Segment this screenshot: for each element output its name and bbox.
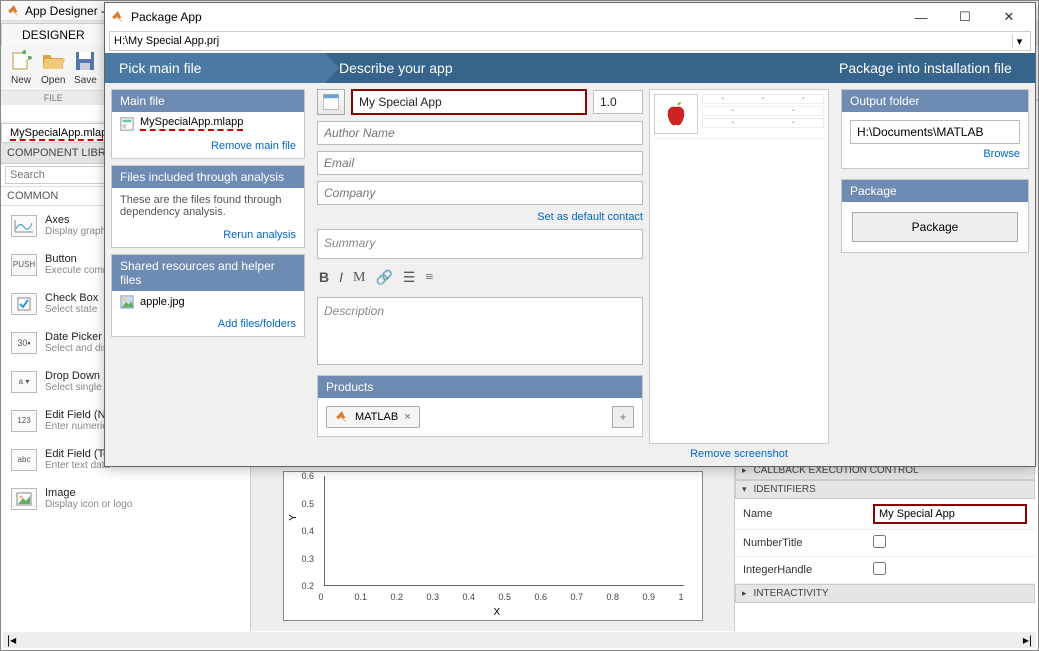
panel-products: Products MATLAB × + xyxy=(317,375,643,437)
tab-designer[interactable]: DESIGNER xyxy=(1,23,106,46)
screenshot-column: ▪▪▪ ▪▪ ▪▪ Remove screenshot xyxy=(649,89,829,460)
matlab-logo-icon xyxy=(335,410,349,424)
panel-shared: Shared resources and helper files apple.… xyxy=(111,254,305,337)
screenshot-ui-mock: ▪▪▪ ▪▪ ▪▪ xyxy=(702,94,824,134)
panel-package: Package Package xyxy=(841,179,1029,253)
column-main-file: Main file MySpecialApp.mlapp Remove main… xyxy=(105,83,311,466)
default-contact-link[interactable]: Set as default contact xyxy=(537,211,643,223)
package-body: Main file MySpecialApp.mlapp Remove main… xyxy=(105,83,1035,466)
panel-analysis: Files included through analysis These ar… xyxy=(111,165,305,248)
canvas-pane: Y X 00.10.20.30.40.50.60.70.80.910.20.30… xyxy=(251,461,735,631)
step-package[interactable]: Package into installation file xyxy=(825,53,1035,83)
image-file-icon xyxy=(120,295,134,309)
rerun-analysis-link[interactable]: Rerun analysis xyxy=(223,229,296,241)
check-icon xyxy=(11,293,37,315)
text-icon: abc xyxy=(11,449,37,471)
email-input[interactable] xyxy=(317,151,643,175)
mlapp-file-icon xyxy=(120,117,134,131)
property-inspector: CALLBACK EXECUTION CONTROL IDENTIFIERS N… xyxy=(735,461,1035,631)
new-button[interactable]: New xyxy=(9,49,33,86)
mono-icon[interactable]: M xyxy=(353,270,365,286)
scroll-left-icon[interactable]: |◂ xyxy=(7,633,16,647)
prop-row-name: Name xyxy=(735,499,1035,530)
prop-integerhandle-checkbox[interactable] xyxy=(873,562,886,575)
prop-row-numbertitle: NumberTitle xyxy=(735,530,1035,557)
prop-numbertitle-checkbox[interactable] xyxy=(873,535,886,548)
maximize-button[interactable]: ☐ xyxy=(945,5,985,29)
product-chip-matlab: MATLAB × xyxy=(326,406,420,428)
column-package: Output folder Browse Package Package xyxy=(835,83,1035,466)
package-titlebar[interactable]: Package App — ☐ ✕ xyxy=(105,3,1035,31)
step-describe[interactable]: Describe your app xyxy=(325,53,825,83)
project-path-bar[interactable]: H:\My Special App.prj ▾ xyxy=(109,31,1031,51)
prop-section-identifiers[interactable]: IDENTIFIERS xyxy=(735,480,1035,499)
link-icon[interactable]: 🔗 xyxy=(375,270,392,287)
minimize-button[interactable]: — xyxy=(901,5,941,29)
axes-xlabel: X xyxy=(494,607,501,618)
push-icon: PUSH xyxy=(11,254,37,276)
main-file-row: MySpecialApp.mlapp xyxy=(112,112,304,135)
new-icon xyxy=(9,49,33,73)
app-placeholder-icon xyxy=(322,93,340,111)
column-describe: Set as default contact Summary B I M 🔗 ☰… xyxy=(311,83,835,466)
horizontal-scrollbar[interactable]: |◂ ▸| xyxy=(3,632,1036,648)
app-name-row xyxy=(317,89,643,115)
remove-screenshot-link[interactable]: Remove screenshot xyxy=(690,448,788,460)
italic-icon[interactable]: I xyxy=(339,269,343,287)
close-button[interactable]: ✕ xyxy=(989,5,1029,29)
panel-output-folder: Output folder Browse xyxy=(841,89,1029,169)
axes-preview[interactable]: Y X 00.10.20.30.40.50.60.70.80.910.20.30… xyxy=(283,471,703,621)
add-files-link[interactable]: Add files/folders xyxy=(218,318,296,330)
path-dropdown-icon[interactable]: ▾ xyxy=(1012,35,1026,48)
ribbon-section-file: FILE xyxy=(1,90,105,105)
description-input[interactable]: Description xyxy=(317,297,643,365)
app-icon-button[interactable] xyxy=(317,89,345,115)
package-button[interactable]: Package xyxy=(852,212,1018,242)
app-name-input[interactable] xyxy=(351,89,587,115)
matlab-logo-icon xyxy=(7,4,21,18)
date-icon: 30▪ xyxy=(11,332,37,354)
img-icon xyxy=(11,488,37,510)
step-pick-main[interactable]: Pick main file xyxy=(105,53,325,83)
package-title: Package App xyxy=(131,10,202,24)
bold-icon[interactable]: B xyxy=(319,269,329,287)
app-version-input[interactable] xyxy=(593,90,643,114)
prop-name-input[interactable] xyxy=(873,504,1027,524)
add-product-button[interactable]: + xyxy=(612,406,634,428)
list-icon[interactable]: ☰ xyxy=(403,270,416,287)
screenshot-preview[interactable]: ▪▪▪ ▪▪ ▪▪ xyxy=(649,89,829,444)
designer-title: App Designer - xyxy=(25,4,105,18)
axes-icon xyxy=(11,215,37,237)
matlab-logo-icon xyxy=(111,10,125,24)
author-name-input[interactable] xyxy=(317,121,643,145)
shared-file-row: apple.jpg xyxy=(112,291,304,313)
axes-ylabel: Y xyxy=(287,514,298,521)
open-button[interactable]: Open xyxy=(41,49,65,86)
screenshot-thumbnail xyxy=(654,94,698,134)
save-button[interactable]: Save xyxy=(73,49,97,86)
num-icon: 123 xyxy=(11,410,37,432)
prop-row-integerhandle: IntegerHandle xyxy=(735,557,1035,584)
browse-link[interactable]: Browse xyxy=(983,148,1020,160)
drop-icon: a ▾ xyxy=(11,371,37,393)
open-icon xyxy=(41,49,65,73)
remove-main-file-link[interactable]: Remove main file xyxy=(211,140,296,152)
remove-product-icon[interactable]: × xyxy=(404,411,410,423)
save-icon xyxy=(73,49,97,73)
output-folder-input[interactable] xyxy=(850,120,1020,144)
prop-section-interactivity[interactable]: INTERACTIVITY xyxy=(735,584,1035,603)
package-app-window: Package App — ☐ ✕ H:\My Special App.prj … xyxy=(104,2,1036,467)
apple-icon xyxy=(662,100,690,128)
rte-toolbar: B I M 🔗 ☰ ≡ xyxy=(317,265,643,291)
numbered-list-icon[interactable]: ≡ xyxy=(425,270,433,286)
component-item-img[interactable]: ImageDisplay icon or logo xyxy=(1,479,250,518)
summary-input[interactable]: Summary xyxy=(317,229,643,259)
panel-main-file: Main file MySpecialApp.mlapp Remove main… xyxy=(111,89,305,159)
screenshot-axes-mock xyxy=(654,138,824,439)
wizard-steps: Pick main file Describe your app Package… xyxy=(105,53,1035,83)
scroll-right-icon[interactable]: ▸| xyxy=(1023,633,1032,647)
company-input[interactable] xyxy=(317,181,643,205)
axes-plot-area xyxy=(324,476,684,586)
